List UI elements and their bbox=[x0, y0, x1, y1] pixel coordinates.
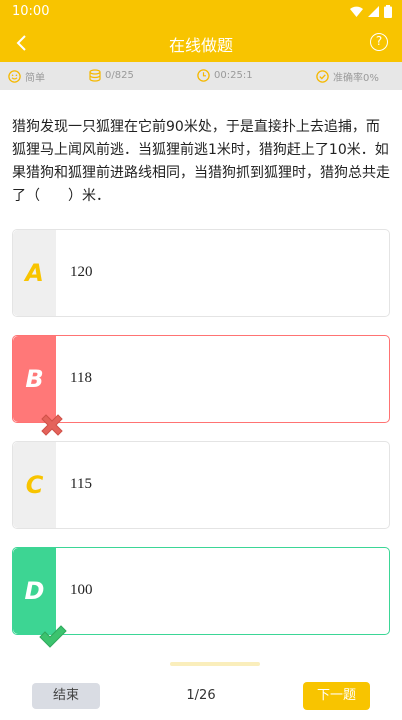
option-letter: B bbox=[25, 365, 44, 393]
option-value: 115 bbox=[70, 476, 92, 492]
question-text: 猎狗发现一只狐狸在它前90米处，于是直接扑上去追捕，而狐狸马上闻风前逃．当狐狸前… bbox=[12, 119, 390, 204]
status-time: 10:00 bbox=[12, 4, 50, 19]
option-letter: D bbox=[24, 577, 45, 605]
option-d[interactable]: D 100 bbox=[12, 547, 390, 648]
timer-value: 00:25:1 bbox=[214, 70, 253, 81]
option-value: 100 bbox=[70, 582, 93, 598]
wrong-x-icon bbox=[41, 414, 63, 436]
option-letter-box: C bbox=[13, 442, 56, 528]
faded-decoration bbox=[170, 662, 260, 666]
option-value: 118 bbox=[70, 370, 92, 386]
page-title: 在线做题 bbox=[168, 36, 233, 55]
help-icon[interactable]: ? bbox=[370, 33, 388, 51]
accuracy-value: 准确率0% bbox=[333, 73, 379, 84]
question-count-info: 0/825 bbox=[89, 69, 134, 82]
timer-info: 00:25:1 bbox=[197, 69, 253, 82]
option-value: 120 bbox=[70, 264, 93, 280]
accuracy-info: 准确率0% bbox=[316, 69, 379, 84]
database-icon bbox=[89, 69, 101, 82]
question-count: 0/825 bbox=[105, 70, 134, 81]
clock-icon bbox=[197, 69, 210, 82]
smile-icon bbox=[8, 70, 21, 83]
bottom-bar: 结束 1/26 下一题 bbox=[0, 662, 402, 720]
next-question-button[interactable]: 下一题 bbox=[303, 682, 370, 710]
option-c[interactable]: C 115 bbox=[12, 441, 390, 529]
signal-icon bbox=[368, 6, 379, 17]
option-letter: C bbox=[25, 471, 44, 499]
option-b[interactable]: B 118 bbox=[12, 335, 390, 436]
app-bar: 在线做题 ? bbox=[0, 24, 402, 62]
option-letter-box: A bbox=[13, 230, 56, 316]
difficulty-info: 简单 bbox=[8, 69, 45, 84]
status-bar: 10:00 bbox=[0, 0, 402, 24]
difficulty-label: 简单 bbox=[25, 73, 45, 84]
correct-check-icon bbox=[39, 625, 67, 648]
option-a[interactable]: A 120 bbox=[12, 229, 390, 317]
wifi-icon bbox=[350, 6, 363, 17]
quiz-info-bar: 简单 0/825 00:25:1 准确率0% bbox=[0, 62, 402, 90]
check-circle-icon bbox=[316, 70, 329, 83]
battery-icon bbox=[384, 5, 392, 18]
system-icons bbox=[350, 5, 392, 18]
option-letter: A bbox=[25, 259, 44, 287]
